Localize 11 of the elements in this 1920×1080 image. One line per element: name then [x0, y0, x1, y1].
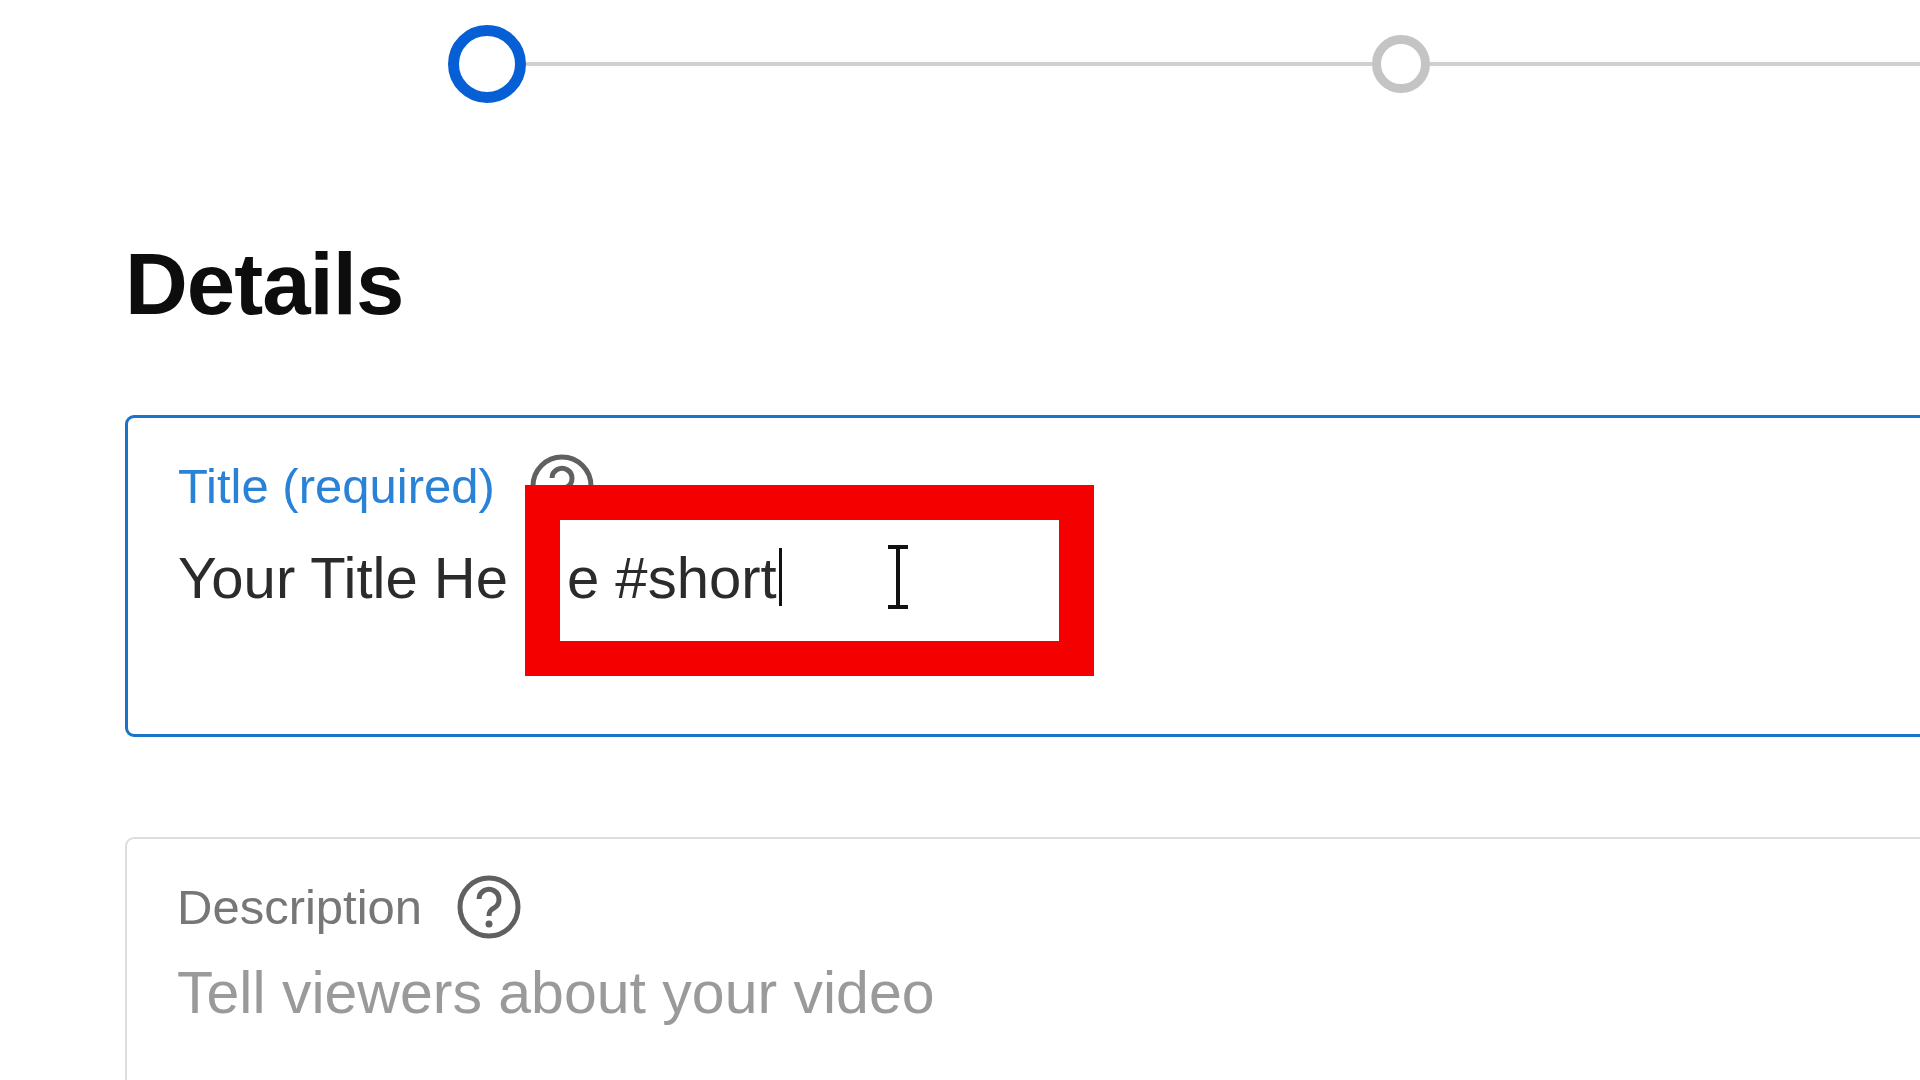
help-icon[interactable] [456, 874, 523, 940]
field-placeholder: Tell viewers about your video [177, 959, 936, 1027]
title-field[interactable]: Title (required) Your Title He e #short [125, 415, 1920, 737]
step-indicator[interactable] [448, 25, 526, 103]
description-field[interactable]: Description Tell viewers about your video [125, 837, 1920, 1080]
section-heading: Details [125, 240, 405, 327]
field-label: Title (required) [178, 458, 495, 514]
field-label: Description [177, 879, 423, 935]
text-caret [778, 548, 782, 606]
field-value: e #short [567, 543, 777, 611]
field-value: Your Title He [178, 543, 509, 611]
